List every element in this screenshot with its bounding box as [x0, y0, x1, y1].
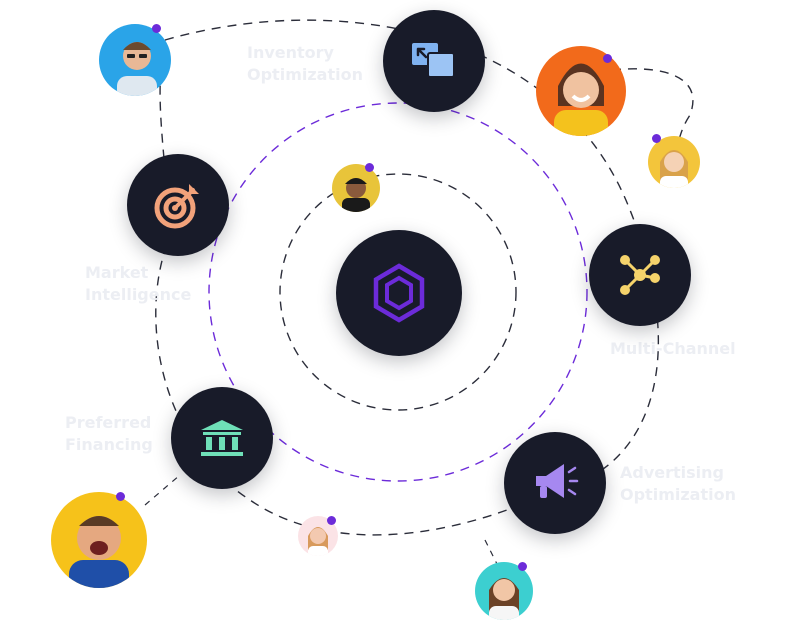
person-silhouette-icon	[554, 63, 608, 136]
bank-building-icon	[201, 420, 243, 456]
person-silhouette-icon	[489, 578, 519, 620]
target-arrow-icon	[154, 184, 199, 229]
person-silhouette-icon	[69, 516, 129, 588]
node-advertising[interactable]	[504, 432, 606, 534]
hub-node[interactable]	[336, 230, 462, 356]
avatar-woman-small[interactable]	[298, 516, 338, 556]
copy-squares-icon	[412, 43, 455, 78]
person-silhouette-icon	[660, 150, 688, 188]
label-advertising: Advertising Optimization	[620, 463, 736, 504]
network-nodes-icon	[620, 255, 660, 295]
hexagon-logo-icon	[373, 263, 425, 323]
avatar-woman-orange[interactable]	[536, 46, 626, 136]
megaphone-icon	[536, 464, 579, 498]
label-multichannel: Multi-Channel	[610, 339, 736, 358]
person-silhouette-icon	[342, 178, 370, 212]
label-inventory: Inventory Optimization	[247, 43, 363, 84]
avatar-woman-blonde[interactable]	[648, 134, 700, 188]
node-multichannel[interactable]	[589, 224, 691, 326]
node-financing[interactable]	[171, 387, 273, 489]
person-silhouette-icon	[117, 42, 157, 96]
avatar-man-glasses[interactable]	[99, 24, 171, 96]
avatar-woman-teal[interactable]	[475, 562, 533, 620]
label-financing: Preferred Financing	[65, 413, 153, 454]
label-market: Market Intelligence	[85, 263, 192, 304]
node-market[interactable]	[127, 154, 229, 256]
avatar-man-laughing[interactable]	[51, 492, 147, 588]
node-inventory[interactable]	[383, 10, 485, 112]
avatar-connector-bottom-left	[144, 474, 181, 506]
avatar-man-cap[interactable]	[332, 163, 380, 212]
